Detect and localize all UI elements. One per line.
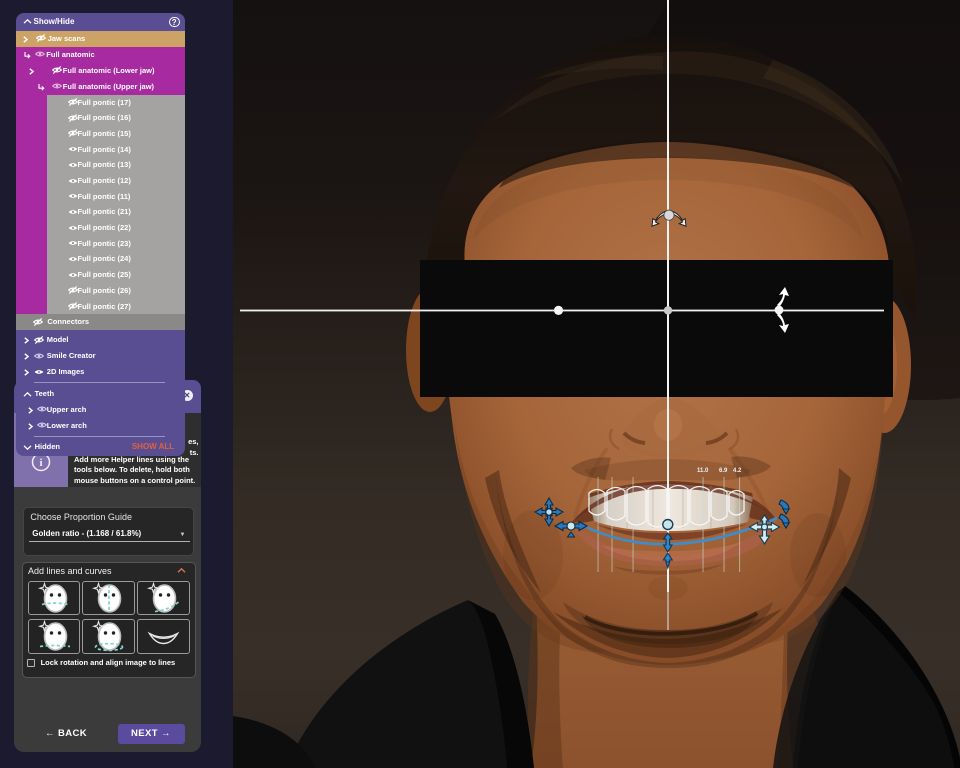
svg-text:i: i bbox=[39, 457, 42, 469]
svg-text:6.9: 6.9 bbox=[719, 468, 728, 474]
svg-text:4.2: 4.2 bbox=[733, 468, 742, 474]
svg-text:11.0: 11.0 bbox=[697, 468, 709, 474]
